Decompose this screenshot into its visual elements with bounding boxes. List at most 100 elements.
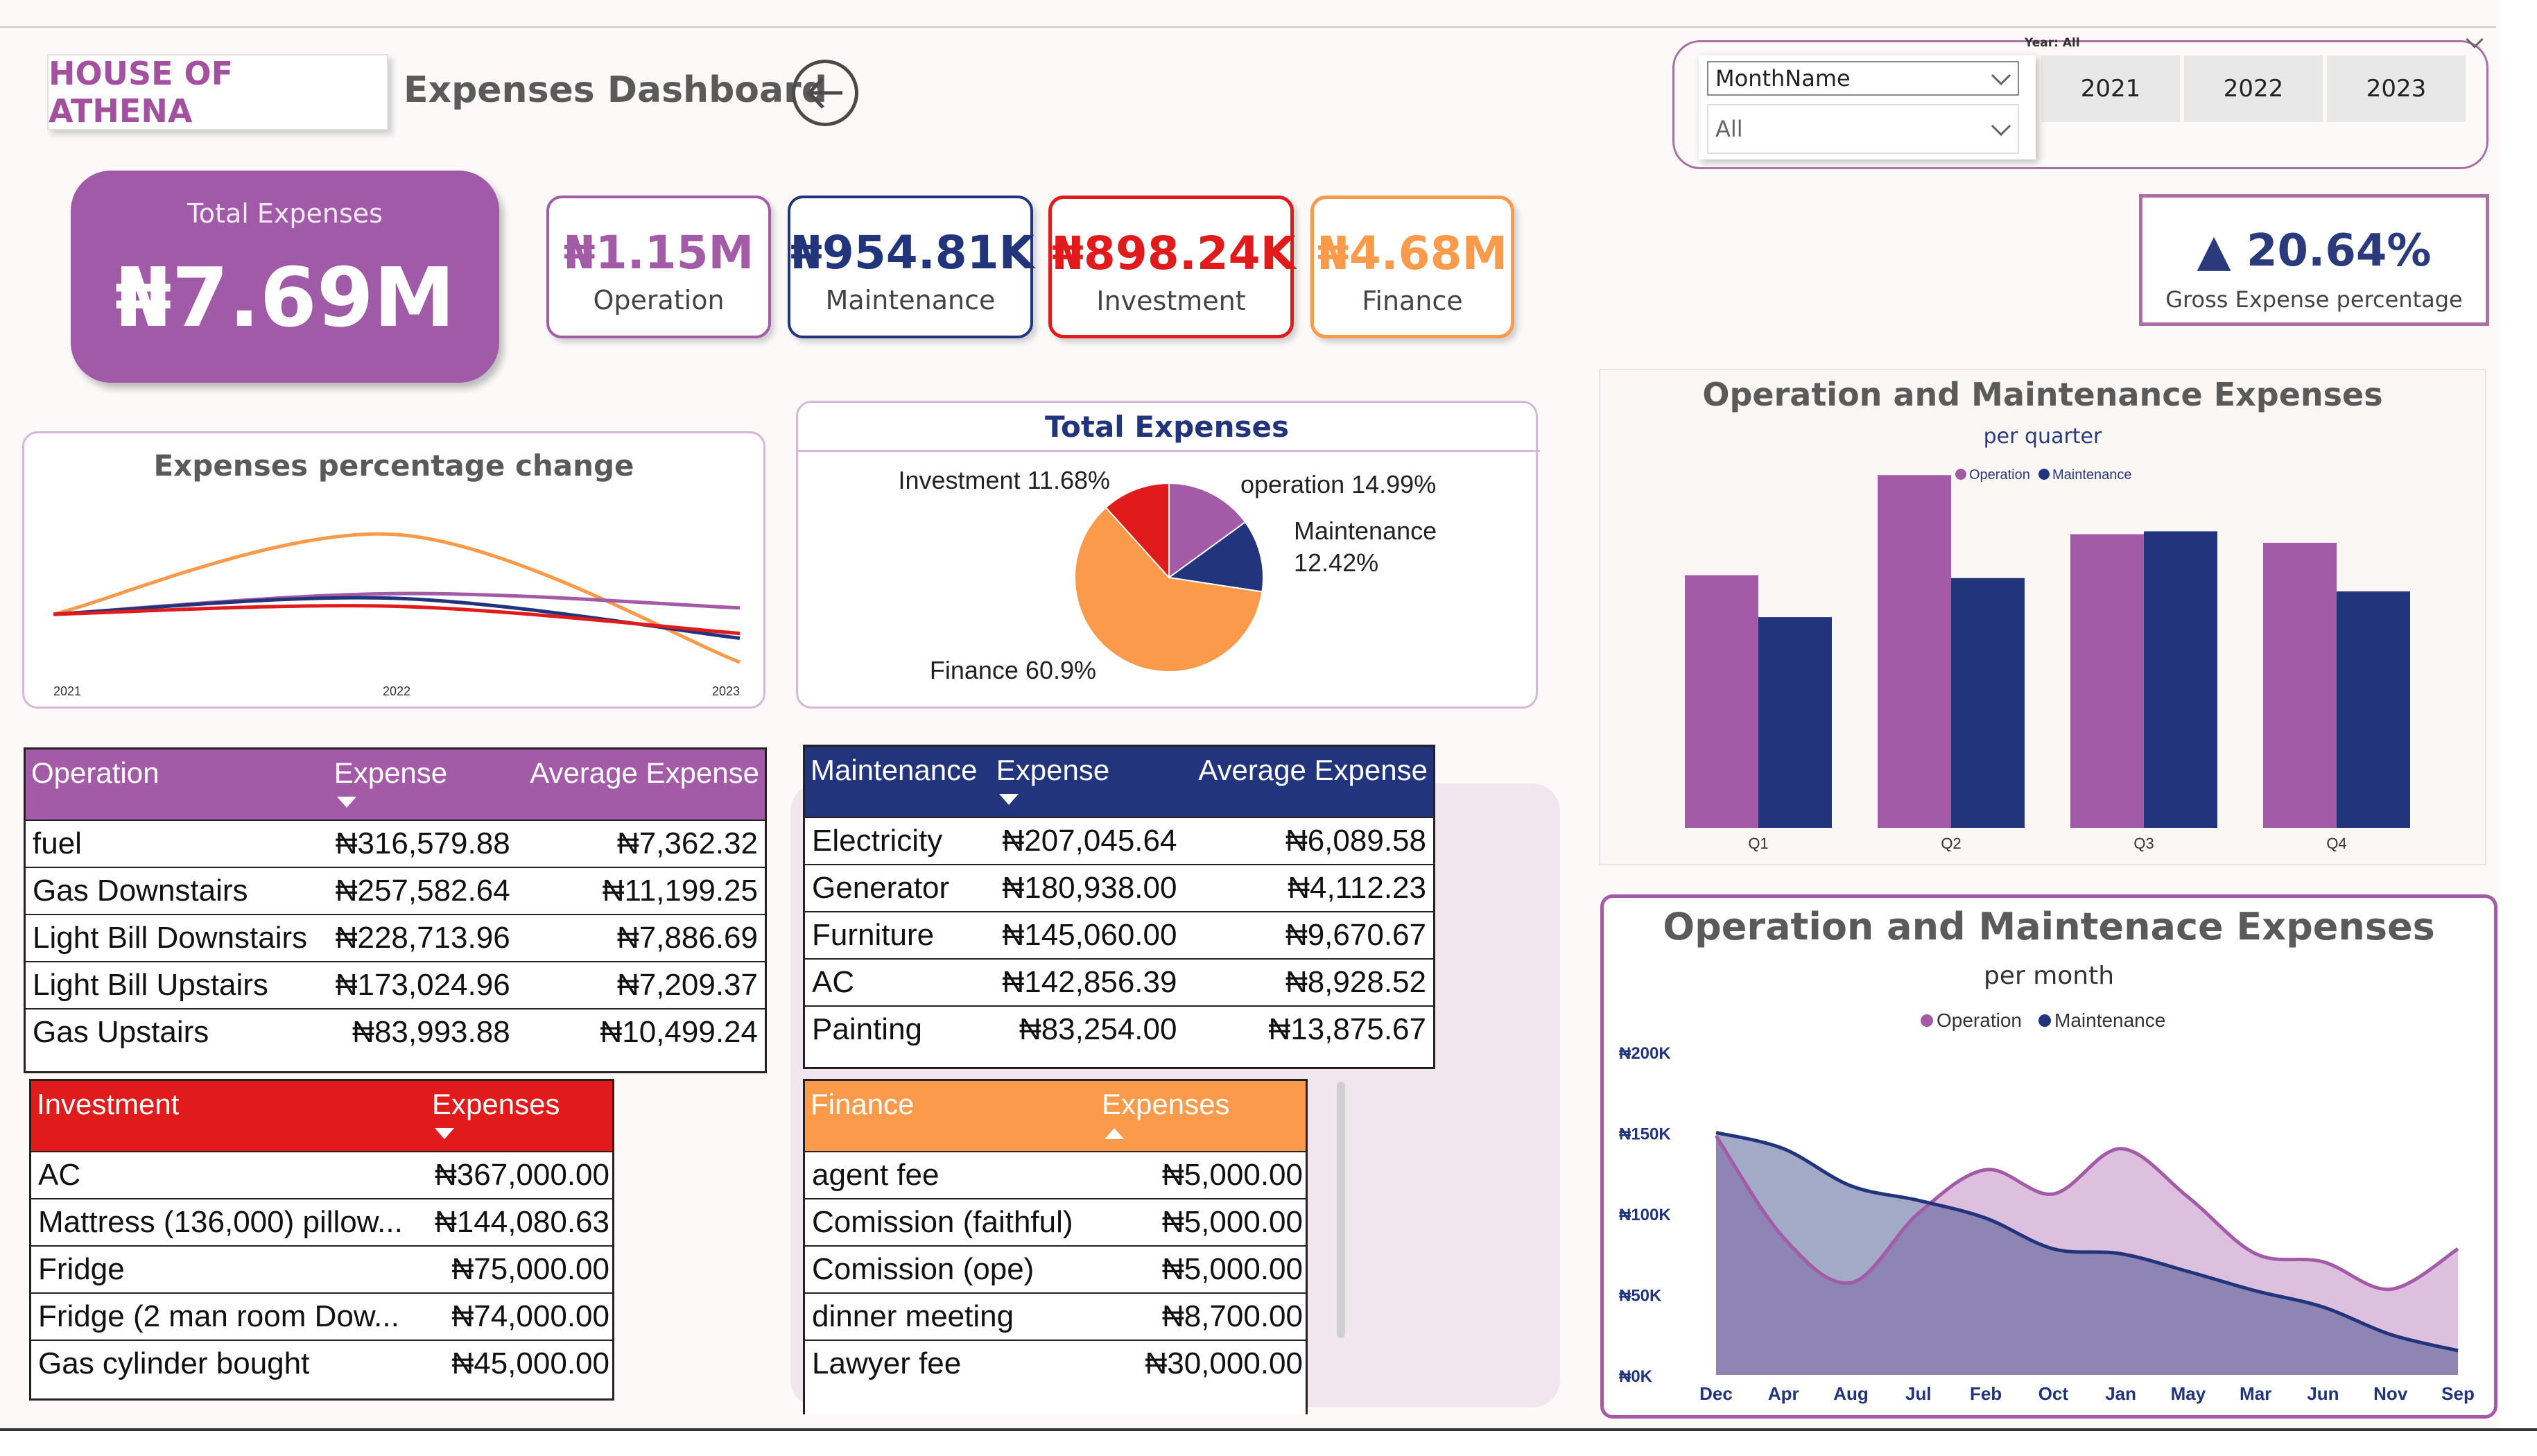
x-tick-label: Jun <box>2307 1383 2339 1404</box>
table-row[interactable]: Comission (faithful) ₦5,000.00 <box>805 1198 1306 1246</box>
table-row[interactable]: Light Bill Downstairs ₦228,713.96 ₦7,886.6… <box>26 914 765 962</box>
gross-expense-value: 20.64% <box>2246 225 2432 277</box>
column-header[interactable]: Average Expense <box>517 749 765 820</box>
column-header-sorted[interactable]: Expense <box>329 749 517 820</box>
column-header[interactable]: Average Expense <box>1184 747 1433 817</box>
arrow-left-circle-icon <box>806 77 842 109</box>
gross-expense-card: ▲ 20.64% Gross Expense percentage <box>2139 194 2489 326</box>
x-tick-label: Q3 <box>2133 835 2154 852</box>
table-row[interactable]: AC ₦142,856.39 ₦8,928.52 <box>805 958 1433 1006</box>
table-cell: ₦11,199.25 <box>517 867 765 915</box>
column-header[interactable]: Finance <box>805 1081 1096 1152</box>
table-row[interactable]: Furniture ₦145,060.00 ₦9,670.67 <box>805 911 1433 959</box>
finance-table[interactable]: Finance Expenses agent fee ₦5,000.00 Comis… <box>803 1079 1308 1414</box>
table-row[interactable]: fuel ₦316,579.88 ₦7,362.32 <box>26 820 765 867</box>
table-row[interactable]: Painting ₦83,254.00 ₦13,875.67 <box>805 1005 1433 1052</box>
table-cell: ₦316,579.88 <box>328 820 517 867</box>
total-pie-panel: Total Expenses operation 14.99% Maintenan… <box>796 401 1540 709</box>
top-divider <box>0 26 2496 28</box>
table-cell: ₦74,000.00 <box>426 1292 612 1340</box>
table-cell: ₦30,000.00 <box>1096 1340 1306 1387</box>
year-button-2023[interactable]: 2023 <box>2327 55 2466 122</box>
legend-label: Operation <box>1969 467 2030 483</box>
y-tick-label: ₦150K <box>1619 1125 1671 1144</box>
table-cell: ₦45,000.00 <box>426 1340 612 1387</box>
table-row[interactable]: AC ₦367,000.00 <box>31 1151 612 1199</box>
month-field-dropdown[interactable]: MonthName <box>1707 61 2019 96</box>
chevron-down-icon <box>1991 65 2011 86</box>
month-area-panel: Operation and Maintenace Expenses per mo… <box>1600 894 2497 1419</box>
x-tick-label: Aug <box>1833 1383 1869 1404</box>
x-tick-label: Sep <box>2441 1383 2475 1404</box>
kpi-label: Finance <box>1362 286 1463 316</box>
operation-table[interactable]: Operation Expense Average Expense fuel ₦3… <box>24 747 767 1073</box>
table-row[interactable]: dinner meeting ₦8,700.00 <box>805 1292 1306 1340</box>
column-header-label: Expenses <box>1102 1088 1230 1120</box>
y-tick-label: ₦100K <box>1619 1206 1671 1224</box>
month-value-dropdown[interactable]: All <box>1707 104 2019 154</box>
total-expenses-card: Total Expenses ₦7.69M <box>71 171 499 383</box>
x-tick-label: Apr <box>1768 1383 1799 1404</box>
legend-label: Operation <box>1937 1009 2022 1031</box>
month-value-label: All <box>1715 116 1743 142</box>
x-tick-label: Oct <box>2038 1383 2069 1404</box>
sort-ascending-icon <box>1105 1128 1124 1139</box>
maintenance-table[interactable]: Maintenance Expense Average Expense Elec… <box>803 745 1435 1069</box>
table-cell: ₦367,000.00 <box>426 1151 612 1199</box>
pie-label: Maintenance <box>1294 517 1437 545</box>
bar-operation-Q1 <box>1685 575 1758 828</box>
sort-descending-icon <box>336 797 356 808</box>
table-cell: ₦9,670.67 <box>1184 911 1433 959</box>
legend-marker <box>2038 469 2050 480</box>
back-button[interactable] <box>792 60 858 126</box>
y-tick-label: ₦200K <box>1619 1044 1671 1063</box>
y-tick-label: ₦50K <box>1619 1287 1662 1306</box>
table-cell: Comission (faithful) <box>805 1198 1096 1246</box>
table-cell: ₦257,582.64 <box>328 867 517 915</box>
table-row[interactable]: Fridge (2 man room Dow... ₦74,000.00 <box>31 1292 612 1340</box>
column-header-sorted[interactable]: Expense <box>991 747 1184 817</box>
legend-marker <box>1921 1014 1933 1027</box>
table-cell: ₦5,000.00 <box>1096 1198 1306 1246</box>
table-row[interactable]: Fridge ₦75,000.00 <box>31 1245 612 1293</box>
table-cell: ₦5,000.00 <box>1096 1151 1306 1199</box>
table-row[interactable]: agent fee ₦5,000.00 <box>805 1151 1306 1199</box>
month-area-chart: Operation Maintenance ₦0K ₦50K ₦100K ₦150K ₦20… <box>1619 1009 2475 1404</box>
table-cell: ₦173,024.96 <box>328 961 517 1009</box>
table-row[interactable]: Gas Upstairs ₦83,993.88 ₦10,499.24 <box>26 1008 765 1055</box>
kpi-label: Operation <box>593 285 725 315</box>
column-header[interactable]: Investment <box>31 1081 426 1152</box>
kpi-value: ₦898.24K <box>1052 227 1296 280</box>
table-row[interactable]: Lawyer fee ₦30,000.00 <box>805 1340 1306 1387</box>
table-row[interactable]: Light Bill Upstairs ₦173,024.96 ₦7,209.37 <box>26 961 765 1009</box>
year-button-2021[interactable]: 2021 <box>2041 55 2180 122</box>
x-tick-label: Dec <box>1699 1383 1733 1404</box>
column-header-label: Expenses <box>432 1088 560 1120</box>
kpi-label: Investment <box>1096 286 1246 316</box>
bar-maintenance-Q2 <box>1951 578 2025 828</box>
year-button-2022[interactable]: 2022 <box>2184 55 2323 122</box>
table-row[interactable]: Gas cylinder bought ₦45,000.00 <box>31 1340 612 1387</box>
table-row[interactable]: Gas Downstairs ₦257,582.64 ₦11,199.25 <box>26 867 765 915</box>
table-cell: Gas Downstairs <box>26 867 329 915</box>
bar-operation-Q4 <box>2263 542 2337 828</box>
pct-change-chart: 2021 2022 2023 <box>53 532 741 698</box>
sort-descending-icon <box>998 794 1019 805</box>
investment-table[interactable]: Investment Expenses AC ₦367,000.00 Mattres… <box>29 1079 614 1401</box>
table-row[interactable]: Comission (ope) ₦5,000.00 <box>805 1245 1306 1293</box>
table-cell: Gas Upstairs <box>26 1008 329 1055</box>
table-row[interactable]: Generator ₦180,938.00 ₦4,112.23 <box>805 864 1433 912</box>
pie-label: operation 14.99% <box>1240 470 1436 499</box>
column-header-sorted[interactable]: Expenses <box>426 1081 612 1152</box>
column-header[interactable]: Operation <box>26 749 329 820</box>
table-row[interactable]: Electricity ₦207,045.64 ₦6,089.58 <box>805 817 1433 865</box>
table-cell: Furniture <box>805 911 991 959</box>
finance-table-scrollbar[interactable] <box>1337 1082 1345 1338</box>
table-cell: ₦83,993.88 <box>328 1008 517 1055</box>
x-tick-label: May <box>2171 1383 2206 1404</box>
column-header-sorted[interactable]: Expenses <box>1096 1081 1306 1152</box>
table-cell: ₦144,080.63 <box>426 1198 612 1246</box>
table-row[interactable]: Mattress (136,000) pillow... ₦144,080.63 <box>31 1198 612 1246</box>
column-header[interactable]: Maintenance <box>805 747 991 817</box>
column-header-label: Expense <box>996 754 1110 786</box>
